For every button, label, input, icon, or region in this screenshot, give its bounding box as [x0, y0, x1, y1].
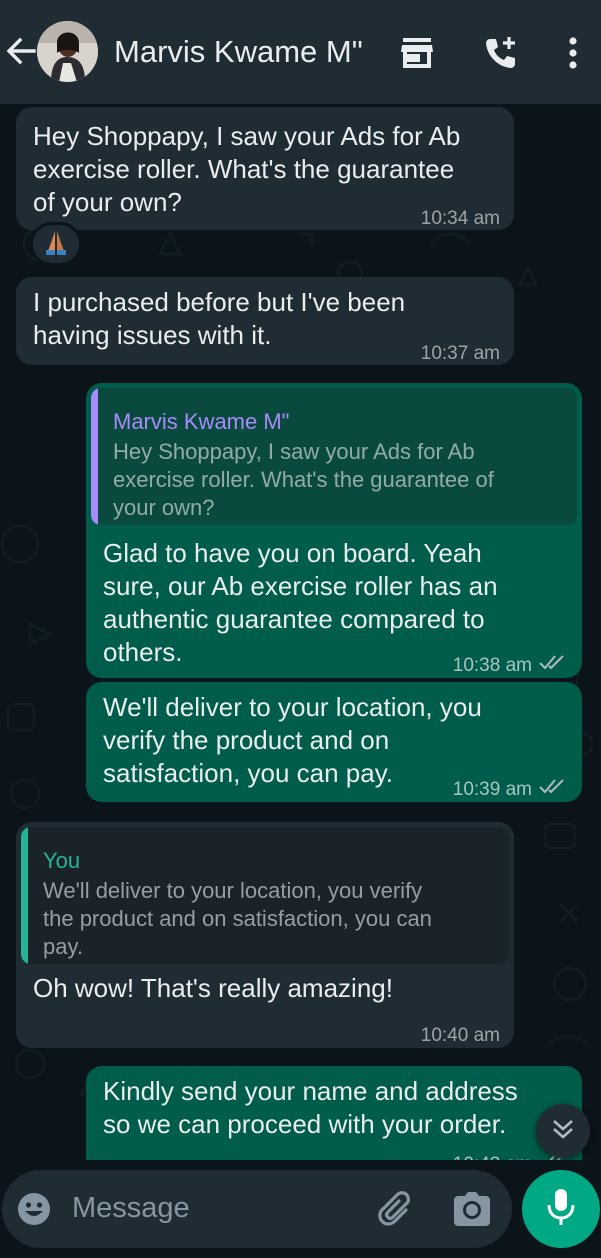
quote-line: exercise roller. What's the guarantee of	[113, 467, 494, 492]
message-outgoing[interactable]: We'll deliver to your location, you veri…	[86, 682, 582, 802]
quote-author: Marvis Kwame M"	[113, 409, 290, 434]
store-icon[interactable]	[398, 34, 436, 72]
message-time: 10:38 am	[453, 649, 568, 682]
mic-button[interactable]	[522, 1170, 600, 1248]
message-incoming[interactable]: I purchased before but I've been having …	[16, 277, 514, 365]
folded-hands-emoji-icon	[44, 229, 68, 260]
quote-text: We'll deliver to your location, you veri…	[43, 877, 432, 961]
message-line: Kindly send your name and address	[103, 1076, 518, 1106]
attach-icon[interactable]	[376, 1189, 416, 1234]
message-line: verify the product and on	[103, 725, 390, 755]
quoted-message[interactable]: Marvis Kwame M" Hey Shoppapy, I saw your…	[91, 388, 577, 525]
message-line: having issues with it.	[33, 320, 272, 350]
message-line: satisfaction, you can pay.	[103, 758, 394, 788]
message-time: 10:34 am	[421, 202, 500, 235]
message-text: Glad to have you on board. Yeah sure, ou…	[103, 537, 498, 669]
message-text: Oh wow! That's really amazing!	[33, 972, 393, 1005]
quote-line: the product and on satisfaction, you can	[43, 906, 432, 931]
message-time: 10:40 am	[421, 1019, 500, 1052]
quote-author: You	[43, 848, 81, 873]
avatar[interactable]	[37, 21, 98, 82]
message-line: of your own?	[33, 187, 182, 217]
input-bar	[0, 1160, 601, 1258]
message-line: others.	[103, 637, 183, 667]
message-outgoing[interactable]: Marvis Kwame M" Hey Shoppapy, I saw your…	[86, 383, 582, 678]
add-call-icon[interactable]	[482, 34, 520, 72]
message-time-text: 10:37 am	[420, 343, 500, 364]
scroll-to-bottom-button[interactable]	[536, 1104, 590, 1158]
message-line: Hey Shoppapy, I saw your Ads for Ab	[33, 121, 461, 151]
message-time-text: 10:40 am	[420, 1025, 500, 1046]
message-time: 10:39 am	[453, 773, 568, 806]
quoted-message[interactable]: You We'll deliver to your location, you …	[21, 827, 509, 964]
emoji-icon[interactable]	[16, 1191, 52, 1232]
message-time-text: 10:43 am	[453, 1148, 532, 1160]
message-line: We'll deliver to your location, you	[103, 692, 482, 722]
quote-line: Hey Shoppapy, I saw your Ads for Ab	[113, 439, 475, 464]
message-line: sure, our Ab exercise roller has an	[103, 571, 498, 601]
message-composer[interactable]	[2, 1170, 512, 1248]
message-incoming[interactable]: Hey Shoppapy, I saw your Ads for Ab exer…	[16, 107, 514, 230]
quote-line: your own?	[113, 495, 215, 520]
message-input[interactable]	[72, 1188, 362, 1228]
message-time: 10:37 am	[421, 337, 500, 370]
message-text: I purchased before but I've been having …	[33, 286, 405, 352]
message-line: so we can proceed with your order.	[103, 1109, 507, 1139]
more-vert-icon[interactable]	[554, 34, 592, 72]
quote-accent-bar	[91, 388, 98, 525]
double-chevron-down-icon	[550, 1117, 576, 1146]
message-line: I purchased before but I've been	[33, 287, 406, 317]
quote-line: pay.	[43, 934, 83, 959]
chat-area[interactable]: Hey Shoppapy, I saw your Ads for Ab exer…	[0, 104, 601, 1160]
message-outgoing[interactable]: Kindly send your name and address so we …	[86, 1066, 582, 1160]
mic-icon	[546, 1187, 576, 1232]
quote-accent-bar	[21, 827, 28, 964]
message-time-text: 10:39 am	[452, 779, 532, 800]
reaction-badge[interactable]	[30, 222, 82, 266]
message-text: Kindly send your name and address so we …	[103, 1075, 518, 1141]
camera-icon[interactable]	[452, 1190, 492, 1233]
read-double-check-icon	[538, 773, 568, 806]
message-time-text: 10:34 am	[420, 208, 500, 229]
message-line: Glad to have you on board. Yeah	[103, 538, 482, 568]
message-time-text: 10:38 am	[452, 655, 532, 676]
message-text: We'll deliver to your location, you veri…	[103, 691, 482, 790]
quote-line: We'll deliver to your location, you veri…	[43, 878, 423, 903]
contact-name[interactable]: Marvis Kwame M"	[114, 34, 363, 70]
message-line: authentic guarantee compared to	[103, 604, 485, 634]
message-line: exercise roller. What's the guarantee	[33, 154, 455, 184]
message-line: Oh wow! That's really amazing!	[33, 973, 393, 1003]
chat-header: Marvis Kwame M"	[0, 0, 601, 104]
quote-text: Hey Shoppapy, I saw your Ads for Ab exer…	[113, 438, 494, 522]
back-arrow-icon[interactable]	[4, 34, 38, 68]
read-double-check-icon	[538, 649, 568, 682]
message-text: Hey Shoppapy, I saw your Ads for Ab exer…	[33, 120, 460, 219]
message-incoming[interactable]: You We'll deliver to your location, you …	[16, 822, 514, 1048]
